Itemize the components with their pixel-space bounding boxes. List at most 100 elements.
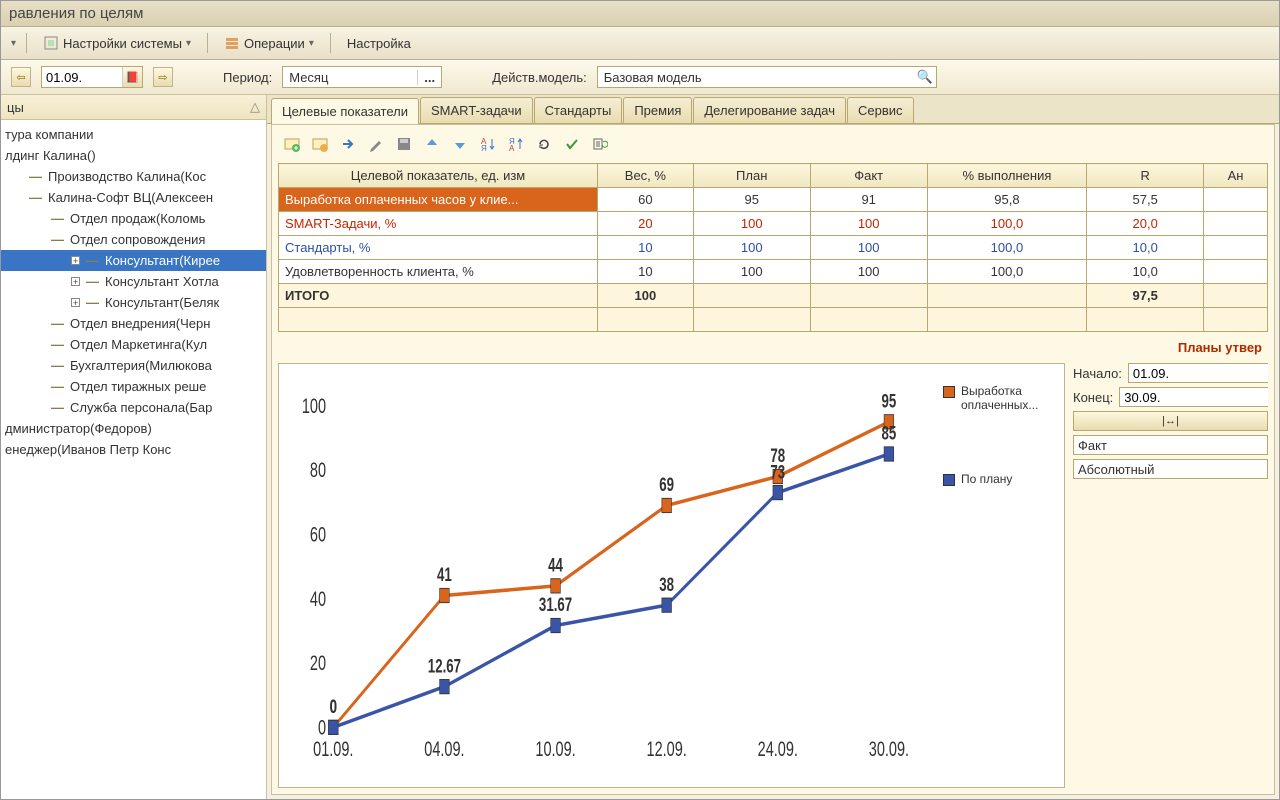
down-button[interactable] [448,133,472,155]
up-button[interactable] [420,133,444,155]
svg-text:0: 0 [330,696,337,718]
dash-icon: — [86,274,99,289]
dash-icon: — [86,295,99,310]
prev-date-button[interactable]: ⇦ [11,67,31,87]
calendar-icon[interactable]: 📕 [122,67,142,87]
tree-node[interactable]: —Отдел тиражных реше [1,376,266,397]
period-value: Месяц [283,70,417,85]
expand-icon[interactable]: + [71,298,80,307]
grid-header[interactable]: % выполнения [927,164,1087,188]
ellipsis-button[interactable]: ... [417,70,441,85]
tree-node[interactable]: —Отдел сопровождения [1,229,266,250]
grid-header[interactable]: Вес, % [598,164,694,188]
tree-node[interactable]: +—Консультант Хотла [1,271,266,292]
fit-button[interactable]: |↔| [1073,411,1268,431]
expand-icon[interactable]: + [71,277,80,286]
collapse-icon[interactable]: △ [250,99,260,115]
date-input[interactable] [42,70,122,85]
start-date-input[interactable] [1128,363,1268,383]
date-field[interactable]: 📕 [41,66,143,88]
menu-operations[interactable]: Операции ▾ [218,33,320,53]
grid-row[interactable]: Удовлетворенность клиента, %10100100100,… [279,260,1268,284]
tree-node[interactable]: лдинг Калина() [1,145,266,166]
tree-node[interactable]: —Калина-Софт ВЦ(Алексеен [1,187,266,208]
svg-text:95: 95 [882,390,897,412]
tree-label: енеджер(Иванов Петр Конс [5,442,171,457]
tab[interactable]: Премия [623,97,692,123]
dash-icon: — [29,169,42,184]
grid-cell: Выработка оплаченных часов у клие... [279,188,598,212]
svg-text:24.09.: 24.09. [758,736,798,761]
svg-text:40: 40 [310,586,326,611]
period-select[interactable]: Месяц ... [282,66,442,88]
dash-icon: — [51,379,64,394]
svg-text:69: 69 [659,474,674,496]
save-button[interactable] [392,133,416,155]
next-date-button[interactable]: ⇨ [153,67,173,87]
svg-text:31.67: 31.67 [539,594,572,616]
grid-cell [1204,212,1268,236]
company-tree: тура компании лдинг Калина()—Производство… [1,120,266,464]
grid-cell: 100,0 [927,212,1087,236]
chart-controls: Начало: Конец: |↔| Факт Абсолютный [1073,363,1268,788]
refresh-button[interactable] [532,133,556,155]
sort-desc-button[interactable]: ЯА [504,133,528,155]
menu-label: Настройка [347,36,411,51]
check-button[interactable] [560,133,584,155]
tab[interactable]: SMART-задачи [420,97,533,123]
model-select[interactable]: Базовая модель 🔍 [597,66,937,88]
tree-node[interactable]: —Отдел внедрения(Черн [1,313,266,334]
grid-row[interactable]: SMART-Задачи, %20100100100,020,0 [279,212,1268,236]
menu-system-settings[interactable]: Настройки системы ▾ [37,33,197,53]
tab[interactable]: Сервис [847,97,914,123]
grid-header[interactable]: План [693,164,810,188]
tree-node[interactable]: тура компании [1,124,266,145]
grid-header[interactable]: Ан [1204,164,1268,188]
list-refresh-button[interactable] [588,133,612,155]
fact-select[interactable]: Факт [1073,435,1268,455]
tab[interactable]: Стандарты [534,97,623,123]
grid-header[interactable]: Целевой показатель, ед. изм [279,164,598,188]
grid-cell: Удовлетворенность клиента, % [279,260,598,284]
grid-row[interactable]: Стандарты, %10100100100,010,0 [279,236,1268,260]
edit-button[interactable] [364,133,388,155]
search-icon[interactable]: 🔍 [914,69,936,85]
dash-icon: — [51,400,64,415]
tree-node[interactable]: —Отдел продаж(Коломь [1,208,266,229]
grid-cell [1204,236,1268,260]
grid-cell [1204,284,1268,308]
legend-swatch [943,474,955,486]
separator [330,33,331,53]
kpi-grid[interactable]: Целевой показатель, ед. измВес, %ПланФак… [278,163,1268,332]
tab[interactable]: Целевые показатели [271,98,419,124]
forward-button[interactable] [336,133,360,155]
tree-node[interactable]: дминистратор(Федоров) [1,418,266,439]
grid-header[interactable]: R [1087,164,1204,188]
svg-text:12.67: 12.67 [428,655,461,677]
abs-select[interactable]: Абсолютный [1073,459,1268,479]
tree-node[interactable]: —Отдел Маркетинга(Кул [1,334,266,355]
grid-cell: 57,5 [1087,188,1204,212]
tree-node[interactable]: енеджер(Иванов Петр Конс [1,439,266,460]
grid-row[interactable]: ИТОГО10097,5 [279,284,1268,308]
tree-node[interactable]: +—Консультант(Беляк [1,292,266,313]
model-value: Базовая модель [598,70,914,85]
grid-cell: 100 [693,260,810,284]
tree-node[interactable]: +—Консультант(Кирее [1,250,266,271]
tab[interactable]: Делегирование задач [693,97,846,123]
grid-header[interactable]: Факт [810,164,927,188]
tree-node[interactable]: —Бухгалтерия(Милюкова [1,355,266,376]
operations-icon [224,35,240,51]
grid-row[interactable]: Выработка оплаченных часов у клие...6095… [279,188,1268,212]
tree-node[interactable]: —Служба персонала(Бар [1,397,266,418]
sort-asc-button[interactable]: АЯ [476,133,500,155]
tree-label: тура компании [5,127,94,142]
menu-setup[interactable]: Настройка [341,34,417,53]
model-label: Действ.модель: [492,70,587,85]
copy-button[interactable] [308,133,332,155]
tree-node[interactable]: —Производство Калина(Кос [1,166,266,187]
end-date-input[interactable] [1119,387,1268,407]
add-button[interactable] [280,133,304,155]
expand-icon[interactable]: + [71,256,80,265]
svg-text:01.09.: 01.09. [313,736,353,761]
